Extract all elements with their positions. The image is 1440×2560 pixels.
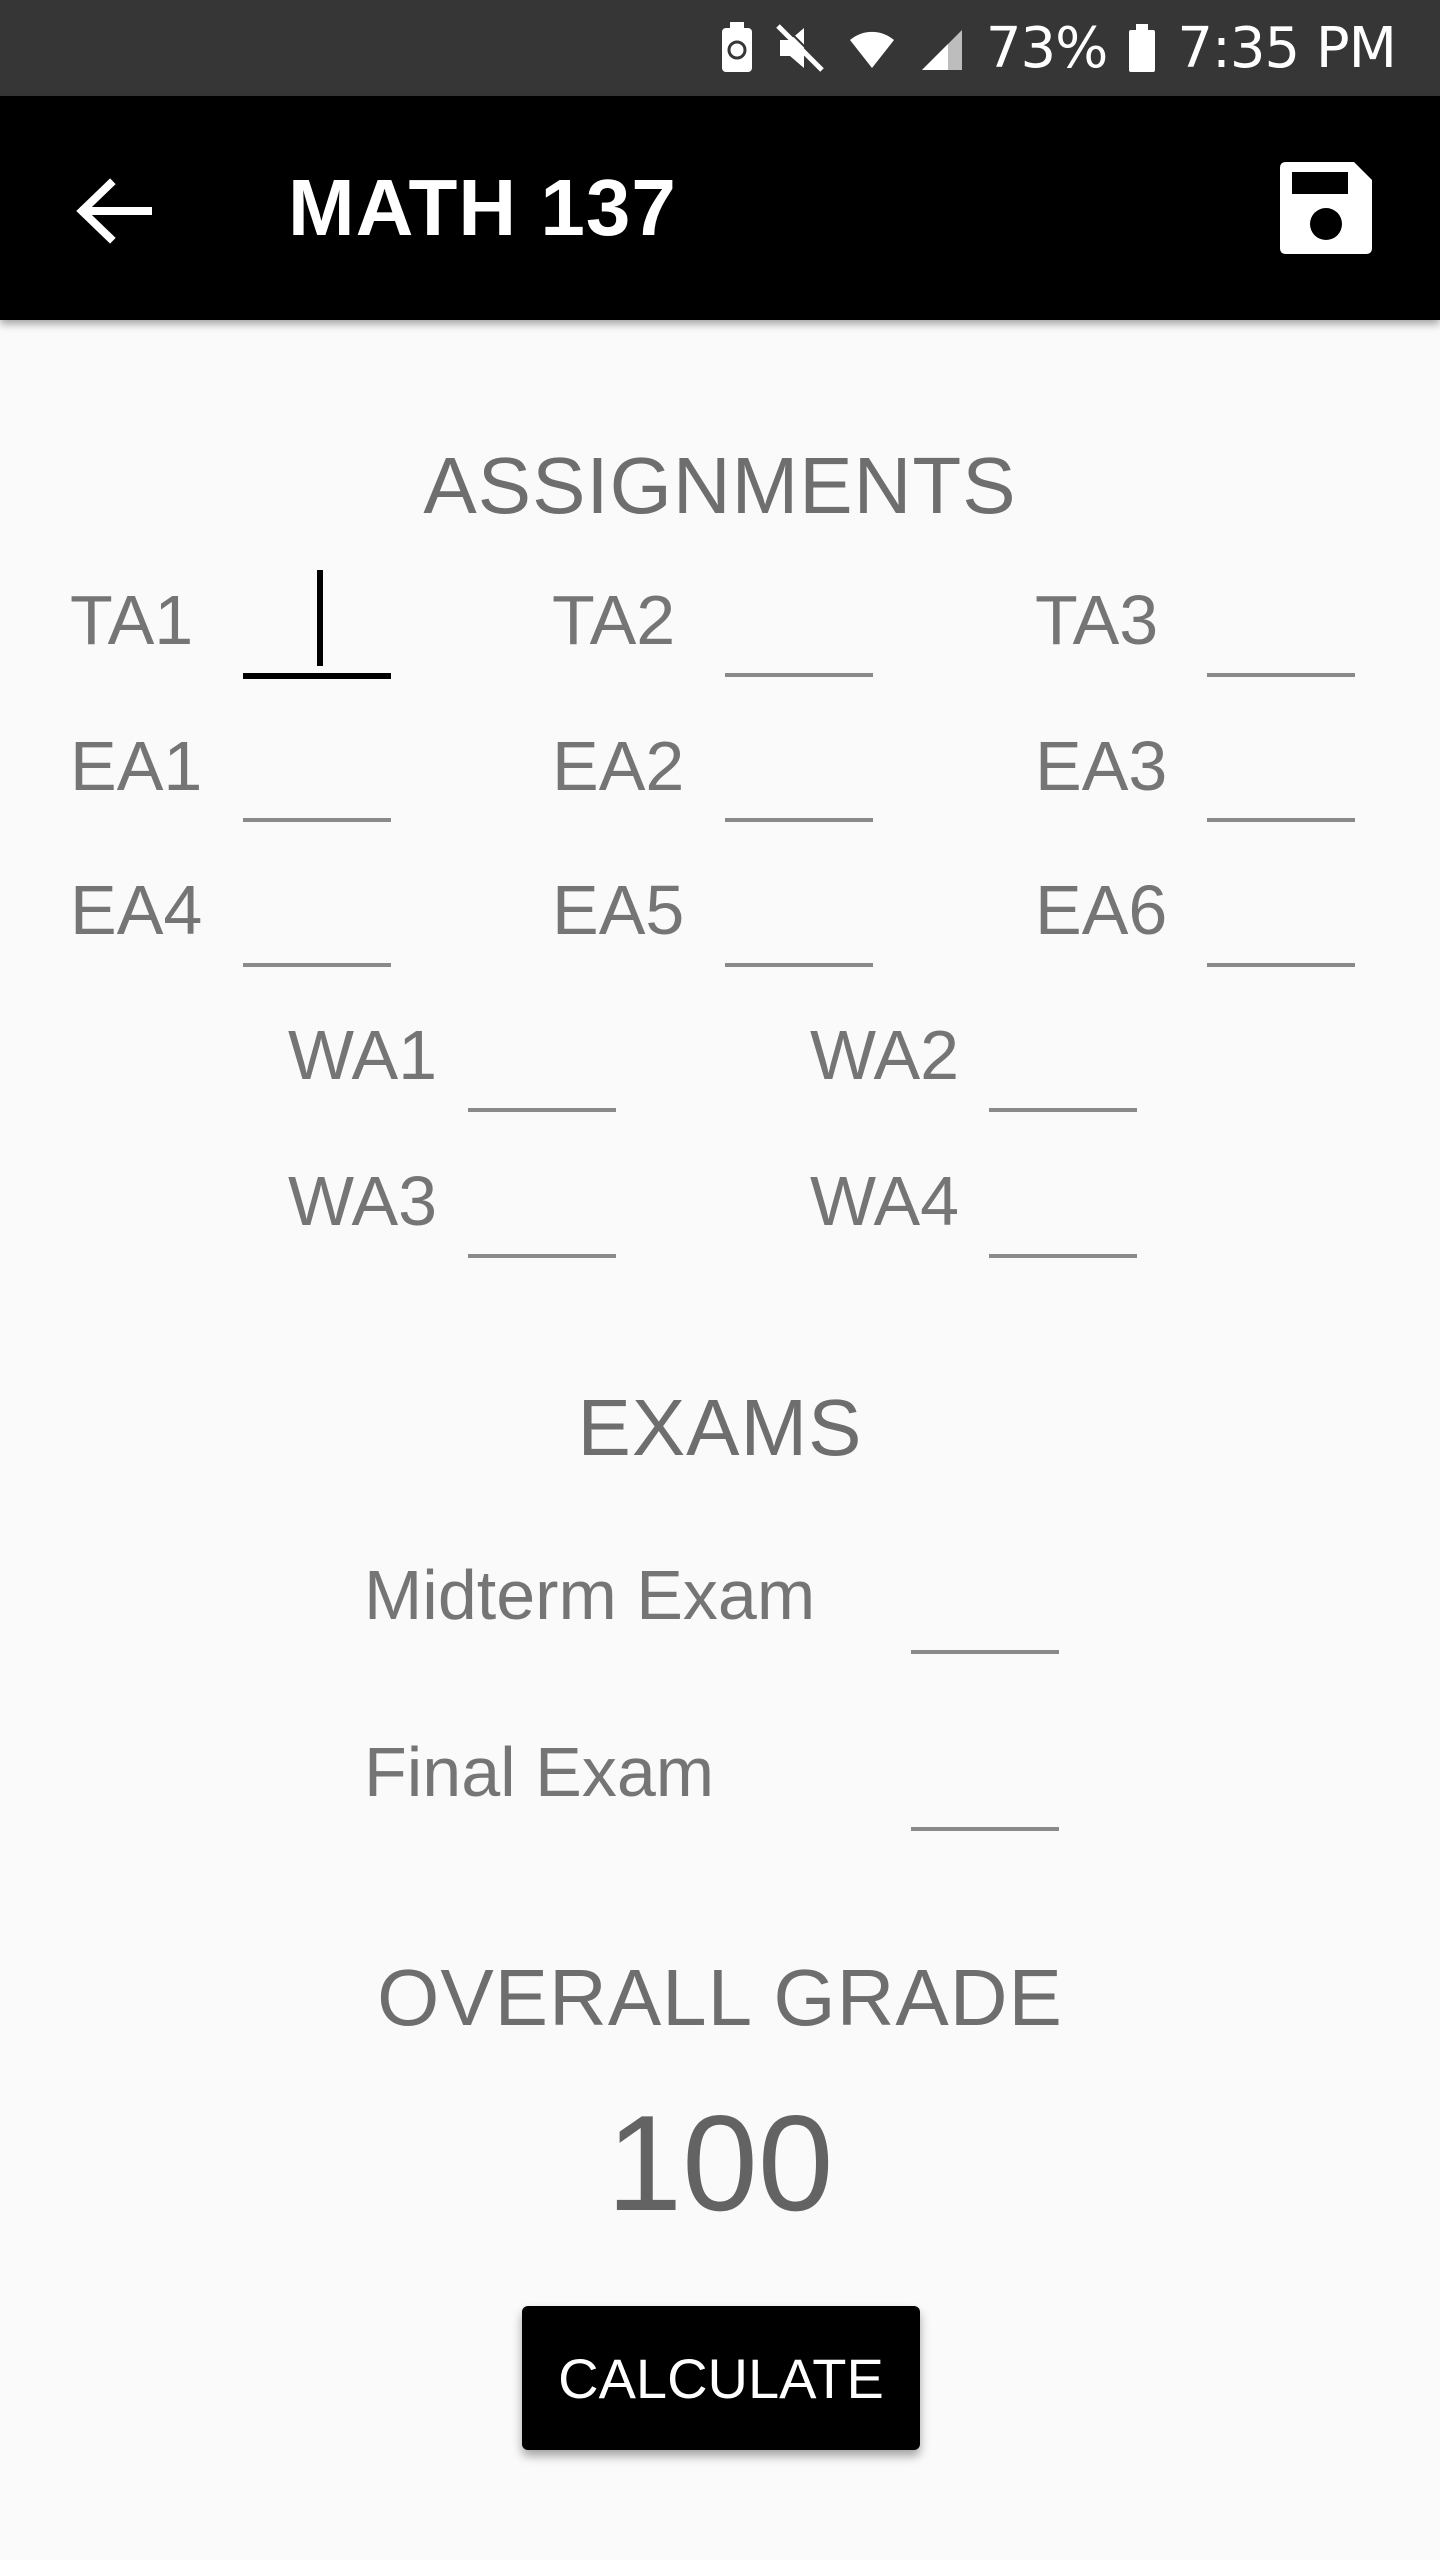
field-label-ea6: EA6 [1035, 871, 1168, 949]
battery-percent: 73% [985, 15, 1108, 81]
field-label-ea3: EA3 [1035, 727, 1168, 805]
ea4-input[interactable] [243, 903, 391, 967]
overall-grade-value: 100 [606, 2087, 834, 2239]
ea6-input[interactable] [1207, 903, 1355, 967]
wa2-input[interactable] [989, 1048, 1137, 1112]
assignments-heading: ASSIGNMENTS [423, 441, 1017, 530]
midterm-exam-input[interactable] [911, 1590, 1059, 1654]
wa1-input[interactable] [468, 1048, 616, 1112]
field-label-ta2: TA2 [552, 581, 676, 659]
mute-icon [774, 22, 826, 74]
field-label-ea4: EA4 [70, 871, 203, 949]
wa3-input[interactable] [468, 1194, 616, 1258]
field-label-ea5: EA5 [552, 871, 685, 949]
ta2-input[interactable] [725, 613, 873, 677]
page-title: MATH 137 [288, 163, 677, 252]
final-exam-input[interactable] [911, 1767, 1059, 1831]
back-button[interactable] [70, 166, 160, 256]
ea2-input[interactable] [725, 758, 873, 822]
signal-icon [918, 22, 966, 74]
app-bar: MATH 137 [0, 96, 1440, 320]
field-label-midterm: Midterm Exam [364, 1556, 816, 1634]
wa4-input[interactable] [989, 1194, 1137, 1258]
field-label-ea2: EA2 [552, 727, 685, 805]
field-label-ta3: TA3 [1035, 581, 1159, 659]
field-label-ta1: TA1 [70, 581, 194, 659]
calculate-button[interactable]: CALCULATE [522, 2306, 920, 2450]
status-bar: 73% 7:35 PM [0, 0, 1440, 96]
battery-saver-icon [720, 22, 754, 74]
field-label-wa2: WA2 [810, 1016, 960, 1094]
overall-grade-heading: OVERALL GRADE [377, 1953, 1063, 2042]
arrow-back-icon [76, 178, 152, 244]
clock: 7:35 PM [1177, 15, 1397, 81]
field-label-wa4: WA4 [810, 1162, 960, 1240]
field-label-ea1: EA1 [70, 727, 203, 805]
wifi-icon [846, 22, 898, 74]
save-button[interactable] [1276, 158, 1376, 258]
field-label-wa1: WA1 [288, 1016, 438, 1094]
battery-icon [1127, 22, 1157, 74]
ta3-input[interactable] [1207, 613, 1355, 677]
ea3-input[interactable] [1207, 758, 1355, 822]
ea1-input[interactable] [243, 758, 391, 822]
status-icons: 73% 7:35 PM [720, 0, 1397, 96]
ea5-input[interactable] [725, 903, 873, 967]
floppy-save-icon [1280, 162, 1372, 254]
field-label-final: Final Exam [364, 1733, 715, 1811]
text-cursor [317, 570, 323, 666]
exams-heading: EXAMS [577, 1383, 863, 1472]
field-label-wa3: WA3 [288, 1162, 438, 1240]
